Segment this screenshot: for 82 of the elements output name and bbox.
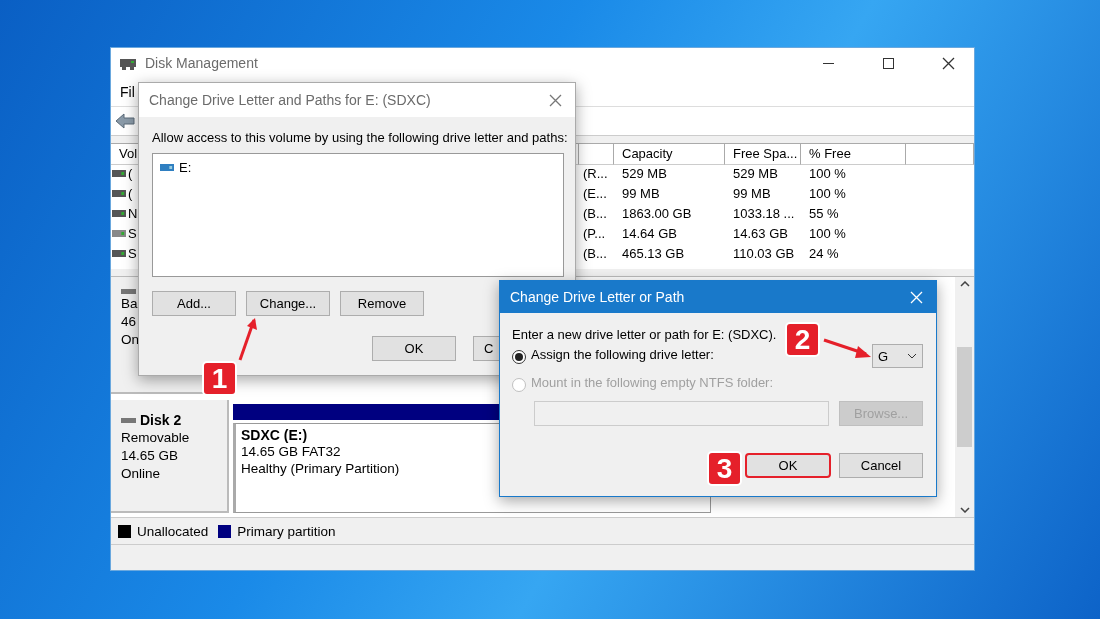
legend-label: Primary partition: [237, 522, 336, 540]
dialog-prompt: Allow access to this volume by using the following drive letter and paths:: [152, 130, 568, 145]
folder-path-field[interactable]: [534, 401, 830, 426]
disk-info: Online: [121, 465, 161, 483]
table-cell: (: [128, 166, 133, 182]
table-cell-text: 14.63 GB: [732, 225, 789, 244]
ok-button[interactable]: OK: [372, 336, 456, 361]
disk-info: Ba: [121, 295, 138, 313]
table-cell: S: [128, 226, 137, 242]
table-cell: N: [128, 206, 138, 222]
minimize-icon: [822, 62, 834, 64]
radio-button[interactable]: [512, 350, 526, 364]
column-header[interactable]: [579, 143, 614, 165]
column-header[interactable]: Capacity: [614, 143, 725, 165]
table-cell: (: [128, 186, 133, 202]
close-icon: [941, 56, 955, 70]
chevron-down-icon: [907, 353, 917, 359]
table-cell-text: 529 MB: [732, 165, 779, 184]
table-cell-text: (B...: [582, 205, 608, 224]
drive-icon: [112, 250, 126, 258]
table-cell-text: 465.13 GB: [621, 245, 686, 264]
column-header[interactable]: % Free: [801, 143, 906, 165]
drive-icon: [112, 230, 126, 238]
disk-info: On: [121, 331, 139, 349]
step-badge: 1: [202, 361, 237, 396]
scroll-thumb[interactable]: [957, 347, 972, 448]
drive-letter-dropdown[interactable]: G: [872, 344, 923, 368]
back-arrow-icon[interactable]: [115, 112, 135, 129]
step-badge: 3: [707, 451, 742, 486]
drive-icon: [112, 210, 126, 218]
table-cell-text: 100 %: [808, 185, 847, 204]
path-item[interactable]: E:: [160, 160, 192, 175]
dialog-title: Change Drive Letter and Paths for E: (SDXC): [149, 92, 432, 108]
table-cell-text: 55 %: [808, 205, 840, 224]
dialog-prompt: Enter a new drive letter or path for E: (SDXC).: [512, 327, 777, 342]
close-icon: [909, 290, 923, 304]
drive-icon: [160, 164, 174, 171]
partition-name: SDXC (E:): [241, 427, 309, 444]
window-title: Disk Management: [145, 55, 259, 71]
table-cell-text: 14.64 GB: [621, 225, 678, 244]
ok-button[interactable]: OK: [745, 453, 831, 478]
table-cell-text: (B...: [582, 245, 608, 264]
partition-info: Healthy (Primary Partition): [241, 460, 400, 478]
scroll-down-icon[interactable]: [959, 507, 970, 514]
drive-icon: [112, 170, 126, 178]
table-cell-text: 99 MB: [621, 185, 661, 204]
table-cell-text: 100 %: [808, 165, 847, 184]
dialog-button[interactable]: Add...: [152, 291, 236, 316]
dialog-button[interactable]: Remove: [340, 291, 424, 316]
disk-info: 46: [121, 313, 137, 331]
legend-label: Unallocated: [137, 522, 209, 540]
close-icon: [548, 93, 562, 107]
annotation-arrow: [823, 338, 871, 358]
dialog-button[interactable]: Change...: [246, 291, 330, 316]
step-badge: 2: [785, 322, 820, 357]
table-cell-text: 110.03 GB: [732, 245, 796, 264]
column-header[interactable]: Free Spa...: [725, 143, 801, 165]
table-cell-text: 529 MB: [621, 165, 668, 184]
disk-info: 14.65 GB: [121, 447, 179, 465]
menu-item[interactable]: Fil: [120, 83, 135, 100]
table-cell-text: 99 MB: [732, 185, 772, 204]
table-cell: S: [128, 246, 137, 262]
column-header[interactable]: [906, 143, 974, 165]
dialog-title: Change Drive Letter or Path: [510, 289, 686, 305]
drive-icon: [112, 190, 126, 198]
table-cell-text: (P...: [582, 225, 607, 244]
table-cell-text: (R...: [582, 165, 609, 184]
table-cell-text: 100 %: [808, 225, 847, 244]
disk-info: Removable: [121, 429, 190, 447]
table-cell-text: (E...: [582, 185, 608, 204]
annotation-arrow: [238, 318, 257, 361]
maximize-icon: [882, 57, 894, 69]
partition-info: 14.65 GB FAT32: [241, 443, 341, 461]
option-label: Mount in the following empty NTFS folder:: [531, 375, 774, 390]
table-cell-text: 1863.00 GB: [621, 205, 693, 224]
disk-name: Disk 2: [140, 412, 182, 429]
scroll-up-icon[interactable]: [959, 281, 970, 288]
scrollbar[interactable]: [955, 277, 974, 518]
cancel-button[interactable]: Cancel: [839, 453, 923, 478]
table-cell-text: 24 %: [808, 245, 840, 264]
table-cell-text: 1033.18 ...: [732, 205, 796, 224]
option-label: Assign the following drive letter:: [531, 347, 714, 362]
